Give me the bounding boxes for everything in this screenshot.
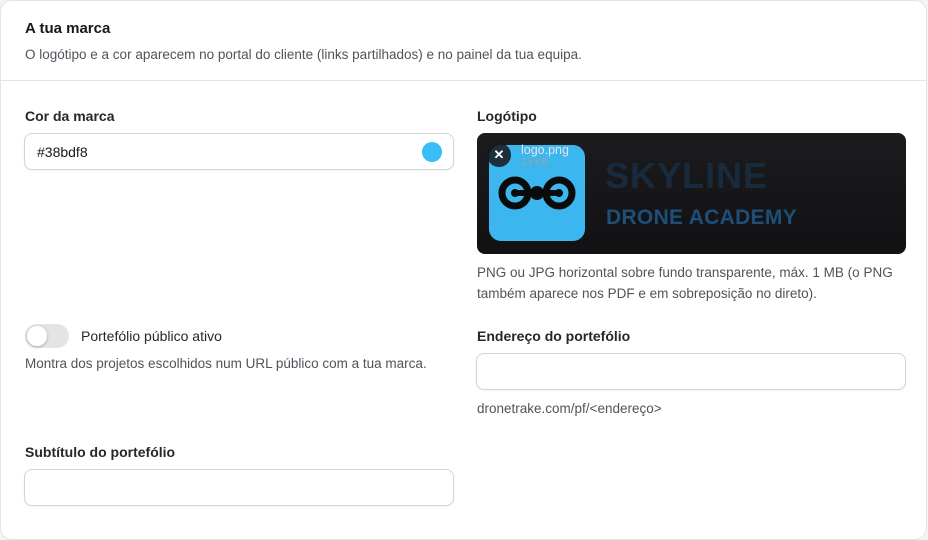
portfolio-address-help: dronetrake.com/pf/<endereço>	[477, 401, 662, 416]
remove-logo-button[interactable]: ✕	[487, 143, 511, 167]
brand-color-label: Cor da marca	[25, 108, 115, 124]
brand-color-input[interactable]: #38bdf8	[24, 133, 454, 170]
logo-brand-text-1: SKYLINE	[605, 155, 769, 196]
logo-file-size: 13 KB	[521, 157, 549, 168]
portfolio-address-input[interactable]	[476, 353, 906, 390]
toggle-knob	[27, 326, 47, 346]
section-subtitle: O logótipo e a cor aparecem no portal do…	[25, 47, 582, 62]
card-header: A tua marca O logótipo e a cor aparecem …	[1, 1, 926, 81]
portfolio-subtitle-label: Subtítulo do portefólio	[25, 444, 176, 460]
portfolio-subtitle-input[interactable]	[24, 469, 454, 506]
logo-label: Logótipo	[477, 108, 537, 124]
brand-color-value: #38bdf8	[37, 144, 88, 160]
logo-help-text: PNG ou JPG horizontal sobre fundo transp…	[477, 265, 893, 301]
portfolio-public-label: Portefólio público ativo	[81, 328, 222, 344]
color-swatch[interactable]	[422, 142, 442, 162]
section-title: A tua marca	[25, 20, 111, 37]
logo-preview: ✕ logo.png 13 KB SKYLINE DRONE ACADEMY	[477, 133, 906, 254]
portfolio-public-help: Montra dos projetos escolhidos num URL p…	[25, 356, 427, 371]
portfolio-address-label: Endereço do portefólio	[477, 328, 631, 344]
close-icon: ✕	[493, 147, 505, 162]
brand-settings-card: A tua marca O logótipo e a cor aparecem …	[0, 0, 927, 540]
logo-brand-text-2: DRONE ACADEMY	[606, 206, 797, 229]
portfolio-public-toggle[interactable]	[25, 324, 69, 348]
logo-file-name: logo.png	[521, 143, 569, 157]
